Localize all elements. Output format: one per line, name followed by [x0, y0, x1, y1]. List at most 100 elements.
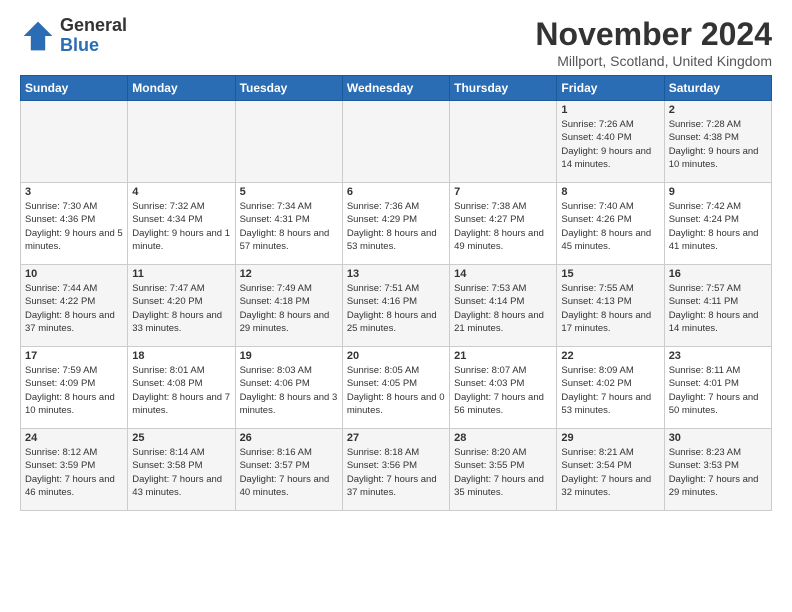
- calendar-cell: 8 Sunrise: 7:40 AM Sunset: 4:26 PM Daylig…: [557, 183, 664, 265]
- day-number: 12: [240, 268, 338, 280]
- logo: General Blue: [20, 16, 127, 56]
- calendar-cell: 14 Sunrise: 7:53 AM Sunset: 4:14 PM Dayli…: [450, 265, 557, 347]
- day-info: Sunrise: 8:05 AM Sunset: 4:05 PM Dayligh…: [347, 364, 445, 417]
- calendar-cell: [450, 101, 557, 183]
- day-number: 26: [240, 432, 338, 444]
- day-info: Sunrise: 8:12 AM Sunset: 3:59 PM Dayligh…: [25, 446, 123, 499]
- week-row-2: 10Sunrise: 7:44 AM Sunset: 4:22 PM Dayli…: [21, 265, 772, 347]
- calendar-cell: 27 Sunrise: 8:18 AM Sunset: 3:56 PM Dayli…: [342, 429, 449, 511]
- header-sunday: Sunday: [21, 76, 128, 101]
- calendar-cell: 17 Sunrise: 7:59 AM Sunset: 4:09 PM Dayli…: [21, 347, 128, 429]
- header-tuesday: Tuesday: [235, 76, 342, 101]
- day-info: Sunrise: 8:07 AM Sunset: 4:03 PM Dayligh…: [454, 364, 552, 417]
- day-info: Sunrise: 7:59 AM Sunset: 4:09 PM Dayligh…: [25, 364, 123, 417]
- calendar-cell: 4Sunrise: 7:32 AM Sunset: 4:34 PM Daylig…: [128, 183, 235, 265]
- calendar-cell: 16 Sunrise: 7:57 AM Sunset: 4:11 PM Dayli…: [664, 265, 771, 347]
- header-wednesday: Wednesday: [342, 76, 449, 101]
- day-info: Sunrise: 7:28 AM Sunset: 4:38 PM Dayligh…: [669, 118, 767, 171]
- calendar-table: SundayMondayTuesdayWednesdayThursdayFrid…: [20, 75, 772, 511]
- day-number: 20: [347, 350, 445, 362]
- calendar-cell: 28Sunrise: 8:20 AM Sunset: 3:55 PM Dayli…: [450, 429, 557, 511]
- day-number: 27: [347, 432, 445, 444]
- calendar-cell: [235, 101, 342, 183]
- calendar-cell: 26 Sunrise: 8:16 AM Sunset: 3:57 PM Dayli…: [235, 429, 342, 511]
- day-info: Sunrise: 7:38 AM Sunset: 4:27 PM Dayligh…: [454, 200, 552, 253]
- day-number: 13: [347, 268, 445, 280]
- calendar-cell: 12 Sunrise: 7:49 AM Sunset: 4:18 PM Dayli…: [235, 265, 342, 347]
- day-info: Sunrise: 7:49 AM Sunset: 4:18 PM Dayligh…: [240, 282, 338, 335]
- day-info: Sunrise: 8:18 AM Sunset: 3:56 PM Dayligh…: [347, 446, 445, 499]
- logo-text: General Blue: [60, 16, 127, 56]
- day-number: 2: [669, 104, 767, 116]
- day-number: 18: [132, 350, 230, 362]
- day-info: Sunrise: 7:53 AM Sunset: 4:14 PM Dayligh…: [454, 282, 552, 335]
- calendar-cell: 2 Sunrise: 7:28 AM Sunset: 4:38 PM Daylig…: [664, 101, 771, 183]
- calendar-cell: 24 Sunrise: 8:12 AM Sunset: 3:59 PM Dayli…: [21, 429, 128, 511]
- day-number: 9: [669, 186, 767, 198]
- calendar-cell: [21, 101, 128, 183]
- day-info: Sunrise: 7:34 AM Sunset: 4:31 PM Dayligh…: [240, 200, 338, 253]
- calendar-cell: 9 Sunrise: 7:42 AM Sunset: 4:24 PM Daylig…: [664, 183, 771, 265]
- header: General Blue November 2024 Millport, Sco…: [20, 16, 772, 69]
- day-number: 30: [669, 432, 767, 444]
- day-info: Sunrise: 8:20 AM Sunset: 3:55 PM Dayligh…: [454, 446, 552, 499]
- day-number: 14: [454, 268, 552, 280]
- day-info: Sunrise: 7:57 AM Sunset: 4:11 PM Dayligh…: [669, 282, 767, 335]
- week-row-0: 1Sunrise: 7:26 AM Sunset: 4:40 PM Daylig…: [21, 101, 772, 183]
- day-number: 7: [454, 186, 552, 198]
- day-info: Sunrise: 8:16 AM Sunset: 3:57 PM Dayligh…: [240, 446, 338, 499]
- calendar-cell: 11 Sunrise: 7:47 AM Sunset: 4:20 PM Dayli…: [128, 265, 235, 347]
- calendar-body: 1Sunrise: 7:26 AM Sunset: 4:40 PM Daylig…: [21, 101, 772, 511]
- day-number: 16: [669, 268, 767, 280]
- day-number: 5: [240, 186, 338, 198]
- calendar-cell: 1Sunrise: 7:26 AM Sunset: 4:40 PM Daylig…: [557, 101, 664, 183]
- calendar-cell: 22 Sunrise: 8:09 AM Sunset: 4:02 PM Dayli…: [557, 347, 664, 429]
- day-info: Sunrise: 8:23 AM Sunset: 3:53 PM Dayligh…: [669, 446, 767, 499]
- logo-general-text: General: [60, 16, 127, 36]
- day-number: 19: [240, 350, 338, 362]
- logo-icon: [20, 18, 56, 54]
- title-block: November 2024 Millport, Scotland, United…: [535, 16, 772, 69]
- week-row-3: 17 Sunrise: 7:59 AM Sunset: 4:09 PM Dayli…: [21, 347, 772, 429]
- logo-blue-text: Blue: [60, 36, 127, 56]
- calendar-cell: 5 Sunrise: 7:34 AM Sunset: 4:31 PM Daylig…: [235, 183, 342, 265]
- calendar-cell: [342, 101, 449, 183]
- day-info: Sunrise: 7:51 AM Sunset: 4:16 PM Dayligh…: [347, 282, 445, 335]
- header-saturday: Saturday: [664, 76, 771, 101]
- day-info: Sunrise: 7:36 AM Sunset: 4:29 PM Dayligh…: [347, 200, 445, 253]
- day-info: Sunrise: 7:40 AM Sunset: 4:26 PM Dayligh…: [561, 200, 659, 253]
- day-number: 17: [25, 350, 123, 362]
- calendar-cell: 6 Sunrise: 7:36 AM Sunset: 4:29 PM Daylig…: [342, 183, 449, 265]
- calendar-cell: 23Sunrise: 8:11 AM Sunset: 4:01 PM Dayli…: [664, 347, 771, 429]
- day-number: 23: [669, 350, 767, 362]
- day-number: 8: [561, 186, 659, 198]
- calendar-cell: 7 Sunrise: 7:38 AM Sunset: 4:27 PM Daylig…: [450, 183, 557, 265]
- day-number: 29: [561, 432, 659, 444]
- day-info: Sunrise: 8:03 AM Sunset: 4:06 PM Dayligh…: [240, 364, 338, 417]
- day-number: 6: [347, 186, 445, 198]
- day-number: 24: [25, 432, 123, 444]
- day-number: 25: [132, 432, 230, 444]
- day-info: Sunrise: 8:09 AM Sunset: 4:02 PM Dayligh…: [561, 364, 659, 417]
- day-info: Sunrise: 7:47 AM Sunset: 4:20 PM Dayligh…: [132, 282, 230, 335]
- day-info: Sunrise: 7:30 AM Sunset: 4:36 PM Dayligh…: [25, 200, 123, 253]
- page: General Blue November 2024 Millport, Sco…: [0, 0, 792, 612]
- calendar-cell: 30 Sunrise: 8:23 AM Sunset: 3:53 PM Dayli…: [664, 429, 771, 511]
- day-info: Sunrise: 7:42 AM Sunset: 4:24 PM Dayligh…: [669, 200, 767, 253]
- day-number: 15: [561, 268, 659, 280]
- header-friday: Friday: [557, 76, 664, 101]
- calendar-cell: 29Sunrise: 8:21 AM Sunset: 3:54 PM Dayli…: [557, 429, 664, 511]
- calendar-cell: 10Sunrise: 7:44 AM Sunset: 4:22 PM Dayli…: [21, 265, 128, 347]
- calendar-cell: 3Sunrise: 7:30 AM Sunset: 4:36 PM Daylig…: [21, 183, 128, 265]
- calendar-cell: 13 Sunrise: 7:51 AM Sunset: 4:16 PM Dayli…: [342, 265, 449, 347]
- day-info: Sunrise: 8:01 AM Sunset: 4:08 PM Dayligh…: [132, 364, 230, 417]
- day-info: Sunrise: 7:44 AM Sunset: 4:22 PM Dayligh…: [25, 282, 123, 335]
- header-thursday: Thursday: [450, 76, 557, 101]
- month-title: November 2024: [535, 16, 772, 53]
- day-number: 22: [561, 350, 659, 362]
- calendar-cell: 19 Sunrise: 8:03 AM Sunset: 4:06 PM Dayli…: [235, 347, 342, 429]
- location: Millport, Scotland, United Kingdom: [535, 53, 772, 69]
- calendar-cell: 20 Sunrise: 8:05 AM Sunset: 4:05 PM Dayli…: [342, 347, 449, 429]
- day-number: 11: [132, 268, 230, 280]
- week-row-4: 24 Sunrise: 8:12 AM Sunset: 3:59 PM Dayli…: [21, 429, 772, 511]
